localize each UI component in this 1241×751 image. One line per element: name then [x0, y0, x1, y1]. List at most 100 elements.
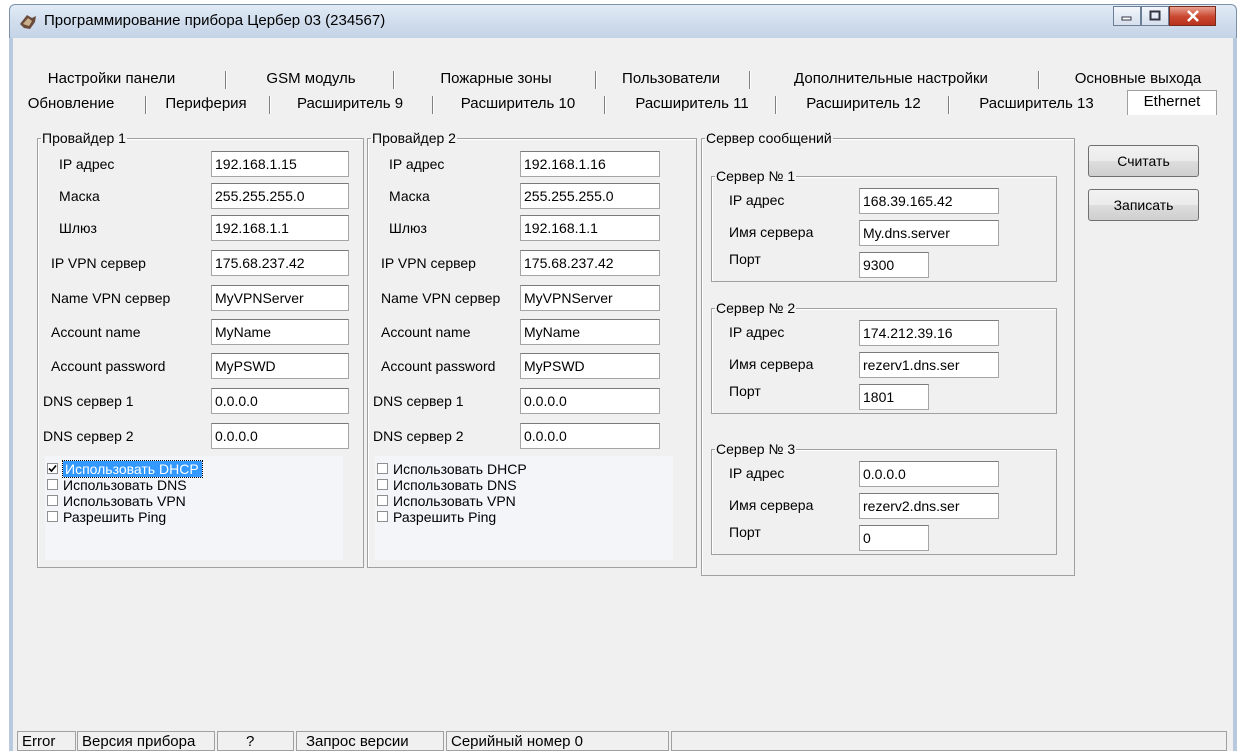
server-3-name-input[interactable]: rezerv2.dns.ser — [859, 493, 999, 519]
minimize-button[interactable] — [1113, 6, 1141, 26]
tab-row-upper: Настройки панели GSM модуль Пожарные зон… — [13, 68, 1233, 90]
status-device-version: Версия прибора — [77, 731, 215, 751]
provider2-input[interactable]: 0.0.0.0 — [520, 388, 660, 414]
provider-2-legend: Провайдер 2 — [372, 130, 456, 146]
server-2-legend: Сервер № 2 — [716, 300, 796, 316]
provider1-input[interactable]: MyPSWD — [211, 353, 349, 379]
provider2-input[interactable]: 255.255.255.0 — [520, 183, 660, 209]
provider1-input[interactable]: MyName — [211, 319, 349, 345]
provider2-input[interactable]: 192.168.1.1 — [520, 215, 660, 241]
provider1-checkbox-label: Использовать VPN — [63, 493, 186, 509]
provider2-checkbox-label: Использовать DHCP — [393, 461, 527, 477]
provider1-checkbox-label: Использовать DNS — [63, 477, 187, 493]
provider2-checkbox-label: Использовать DNS — [393, 477, 517, 493]
window-title: Программирование прибора Цербер 03 (2345… — [44, 12, 386, 29]
provider2-input[interactable]: 192.168.1.16 — [520, 151, 660, 177]
tab-separator — [948, 96, 949, 114]
tab-users[interactable]: Пользователи — [611, 68, 731, 90]
provider2-label: DNS сервер 2 — [373, 428, 464, 444]
status-unknown: ? — [217, 731, 294, 751]
server-1-port-input[interactable]: 9300 — [859, 252, 929, 278]
server-3-ip-input[interactable]: 0.0.0.0 — [859, 461, 999, 487]
status-request-version-button[interactable]: Запрос версии — [296, 731, 444, 751]
provider1-label: Маска — [59, 188, 100, 204]
provider1-input[interactable]: 0.0.0.0 — [211, 423, 349, 449]
tab-expander-10[interactable]: Расширитель 10 — [438, 93, 598, 115]
provider1-input[interactable]: 0.0.0.0 — [211, 388, 349, 414]
server-3-port-input[interactable]: 0 — [859, 525, 929, 551]
tab-separator — [393, 71, 394, 89]
write-button[interactable]: Записать — [1088, 189, 1199, 221]
title-bar[interactable]: Программирование прибора Цербер 03 (2345… — [9, 4, 1237, 38]
provider2-input[interactable]: 175.68.237.42 — [520, 250, 660, 276]
provider1-input[interactable]: 192.168.1.15 — [211, 151, 349, 177]
provider1-label: Name VPN сервер — [51, 290, 171, 306]
provider2-input[interactable]: MyVPNServer — [520, 285, 660, 311]
tab-fire-zones[interactable]: Пожарные зоны — [411, 68, 581, 90]
tab-panel-settings[interactable]: Настройки панели — [34, 68, 189, 90]
checkbox-empty-icon[interactable] — [47, 495, 58, 506]
provider2-label: IP VPN сервер — [381, 255, 476, 271]
provider1-checkbox-label: Разрешить Ping — [63, 509, 167, 525]
tab-expander-12[interactable]: Расширитель 12 — [781, 93, 946, 115]
tab-expander-11[interactable]: Расширитель 11 — [612, 93, 772, 115]
provider1-input[interactable]: MyVPNServer — [211, 285, 349, 311]
provider-1-legend: Провайдер 1 — [42, 130, 126, 146]
provider1-label: IP VPN сервер — [51, 255, 146, 271]
tab-expander-9[interactable]: Расширитель 9 — [275, 93, 425, 115]
provider2-input[interactable]: 0.0.0.0 — [520, 423, 660, 449]
provider2-input[interactable]: MyPSWD — [520, 353, 660, 379]
provider2-label: Шлюз — [389, 220, 427, 236]
tab-separator — [269, 96, 270, 114]
maximize-icon — [1149, 10, 1161, 21]
read-button[interactable]: Считать — [1088, 145, 1199, 177]
server-3-legend: Сервер № 3 — [716, 441, 796, 457]
minimize-icon — [1121, 16, 1132, 21]
provider1-input[interactable]: 255.255.255.0 — [211, 183, 349, 209]
app-window: Программирование прибора Цербер 03 (2345… — [9, 4, 1237, 751]
tab-expander-13[interactable]: Расширитель 13 — [954, 93, 1119, 115]
status-empty — [671, 731, 1227, 751]
tab-ethernet[interactable]: Ethernet — [1127, 90, 1217, 115]
provider2-input[interactable]: MyName — [520, 319, 660, 345]
provider1-input[interactable]: 175.68.237.42 — [211, 250, 349, 276]
close-button[interactable] — [1169, 6, 1216, 26]
maximize-button[interactable] — [1141, 6, 1169, 26]
tab-separator — [145, 96, 146, 114]
checkbox-checked-icon[interactable] — [47, 463, 58, 474]
server-1-name-input[interactable]: My.dns.server — [859, 220, 999, 246]
server-1-legend: Сервер № 1 — [716, 168, 796, 184]
provider2-checkbox-label: Использовать VPN — [393, 493, 516, 509]
status-serial-number: Серийный номер 0 — [446, 731, 669, 751]
checkbox-empty-icon[interactable] — [377, 511, 388, 522]
tab-peripherals[interactable]: Периферия — [151, 93, 261, 115]
tab-separator — [775, 96, 776, 114]
provider2-label: Account password — [381, 358, 496, 374]
close-icon — [1186, 10, 1199, 22]
tab-main-outputs[interactable]: Основные выхода — [1063, 68, 1213, 90]
tab-extra-settings[interactable]: Дополнительные настройки — [761, 68, 1021, 90]
provider1-label: DNS сервер 1 — [43, 393, 134, 409]
checkbox-empty-icon[interactable] — [47, 479, 58, 490]
provider2-label: DNS сервер 1 — [373, 393, 464, 409]
server-2-ip-input[interactable]: 174.212.39.16 — [859, 320, 999, 346]
tab-separator — [1038, 71, 1039, 89]
server-1-ip-input[interactable]: 168.39.165.42 — [859, 188, 999, 214]
server-2-name-input[interactable]: rezerv1.dns.ser — [859, 352, 999, 378]
tab-update[interactable]: Обновление — [15, 93, 127, 115]
tab-gsm[interactable]: GSM модуль — [251, 68, 371, 90]
provider2-label: Маска — [389, 188, 430, 204]
server-2-port-input[interactable]: 1801 — [859, 384, 929, 410]
checkbox-empty-icon[interactable] — [47, 511, 58, 522]
server-1-name-label: Имя сервера — [729, 224, 814, 240]
server-2-name-label: Имя сервера — [729, 356, 814, 372]
checkbox-empty-icon[interactable] — [377, 479, 388, 490]
checkbox-empty-icon[interactable] — [377, 463, 388, 474]
provider1-label: Account password — [51, 358, 166, 374]
checkbox-empty-icon[interactable] — [377, 495, 388, 506]
provider1-label: IP адрес — [59, 156, 115, 172]
status-bar: Error Версия прибора ? Запрос версии Сер… — [13, 729, 1233, 751]
provider2-label: Account name — [381, 324, 471, 340]
provider1-input[interactable]: 192.168.1.1 — [211, 215, 349, 241]
provider2-label: IP адрес — [389, 156, 445, 172]
